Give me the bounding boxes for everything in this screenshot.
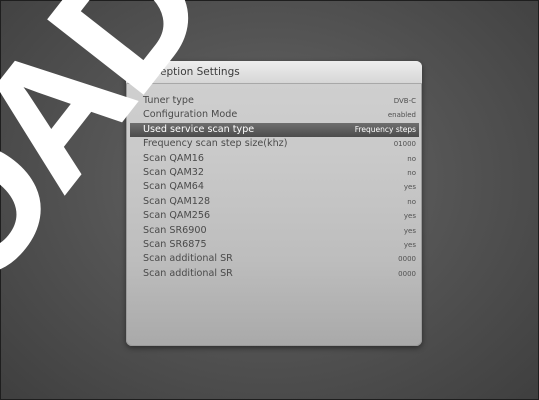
setting-label: Tuner type [143,95,194,106]
setting-row-scan-qam32[interactable]: Scan QAM32 no [130,166,419,180]
setting-label: Scan QAM16 [143,152,204,164]
setting-value: yes [403,240,416,249]
setting-value: 01000 [393,140,416,149]
setting-value: 0000 [398,269,416,278]
setting-row-scan-additional-sr-2[interactable]: Scan additional SR 0000 [130,267,419,281]
settings-list: Tuner type DVB-C Configuration Mode enab… [130,94,419,281]
setting-value: yes [403,183,416,192]
setting-value: Frequency steps [354,124,416,134]
setting-label: Scan QAM32 [143,166,204,178]
setting-value: no [407,197,416,206]
setting-label: Scan SR6875 [143,238,207,250]
setting-label: Scan additional SR [143,267,233,279]
setting-value: yes [403,226,416,235]
setting-value: no [407,168,416,177]
setting-value: DVB-C [393,97,416,105]
setting-row-frequency-scan-step-size[interactable]: Frequency scan step size(khz) 01000 [130,137,419,151]
panel-title: Reception Settings [126,61,422,84]
setting-row-tuner-type[interactable]: Tuner type DVB-C [130,94,419,108]
setting-row-scan-qam16[interactable]: Scan QAM16 no [130,152,419,166]
setting-label: Used service scan type [143,123,255,135]
setting-row-scan-sr6875[interactable]: Scan SR6875 yes [130,238,419,252]
setting-row-scan-qam256[interactable]: Scan QAM256 yes [130,209,419,223]
setting-label: Configuration Mode [143,109,238,121]
setting-row-configuration-mode[interactable]: Configuration Mode enabled [130,108,419,122]
setting-row-scan-qam128[interactable]: Scan QAM128 no [130,195,419,209]
setting-label: Frequency scan step size(khz) [143,138,288,150]
setting-row-used-service-scan-type[interactable]: Used service scan type Frequency steps [130,122,419,138]
reception-settings-panel: Reception Settings Tuner type DVB-C Conf… [126,61,422,346]
setting-label: Scan QAM256 [143,210,211,222]
setting-label: Scan additional SR [143,253,233,265]
setting-label: Scan SR6900 [143,224,207,236]
setting-value: 0000 [398,255,416,264]
setting-value: no [407,154,416,163]
setting-label: Scan QAM128 [143,195,211,207]
setting-label: Scan QAM64 [143,181,204,193]
setting-row-scan-additional-sr-1[interactable]: Scan additional SR 0000 [130,252,419,266]
setting-value: yes [403,212,416,221]
setting-row-scan-sr6900[interactable]: Scan SR6900 yes [130,224,419,238]
setting-value: enabled [387,111,416,120]
setting-row-scan-qam64[interactable]: Scan QAM64 yes [130,180,419,194]
